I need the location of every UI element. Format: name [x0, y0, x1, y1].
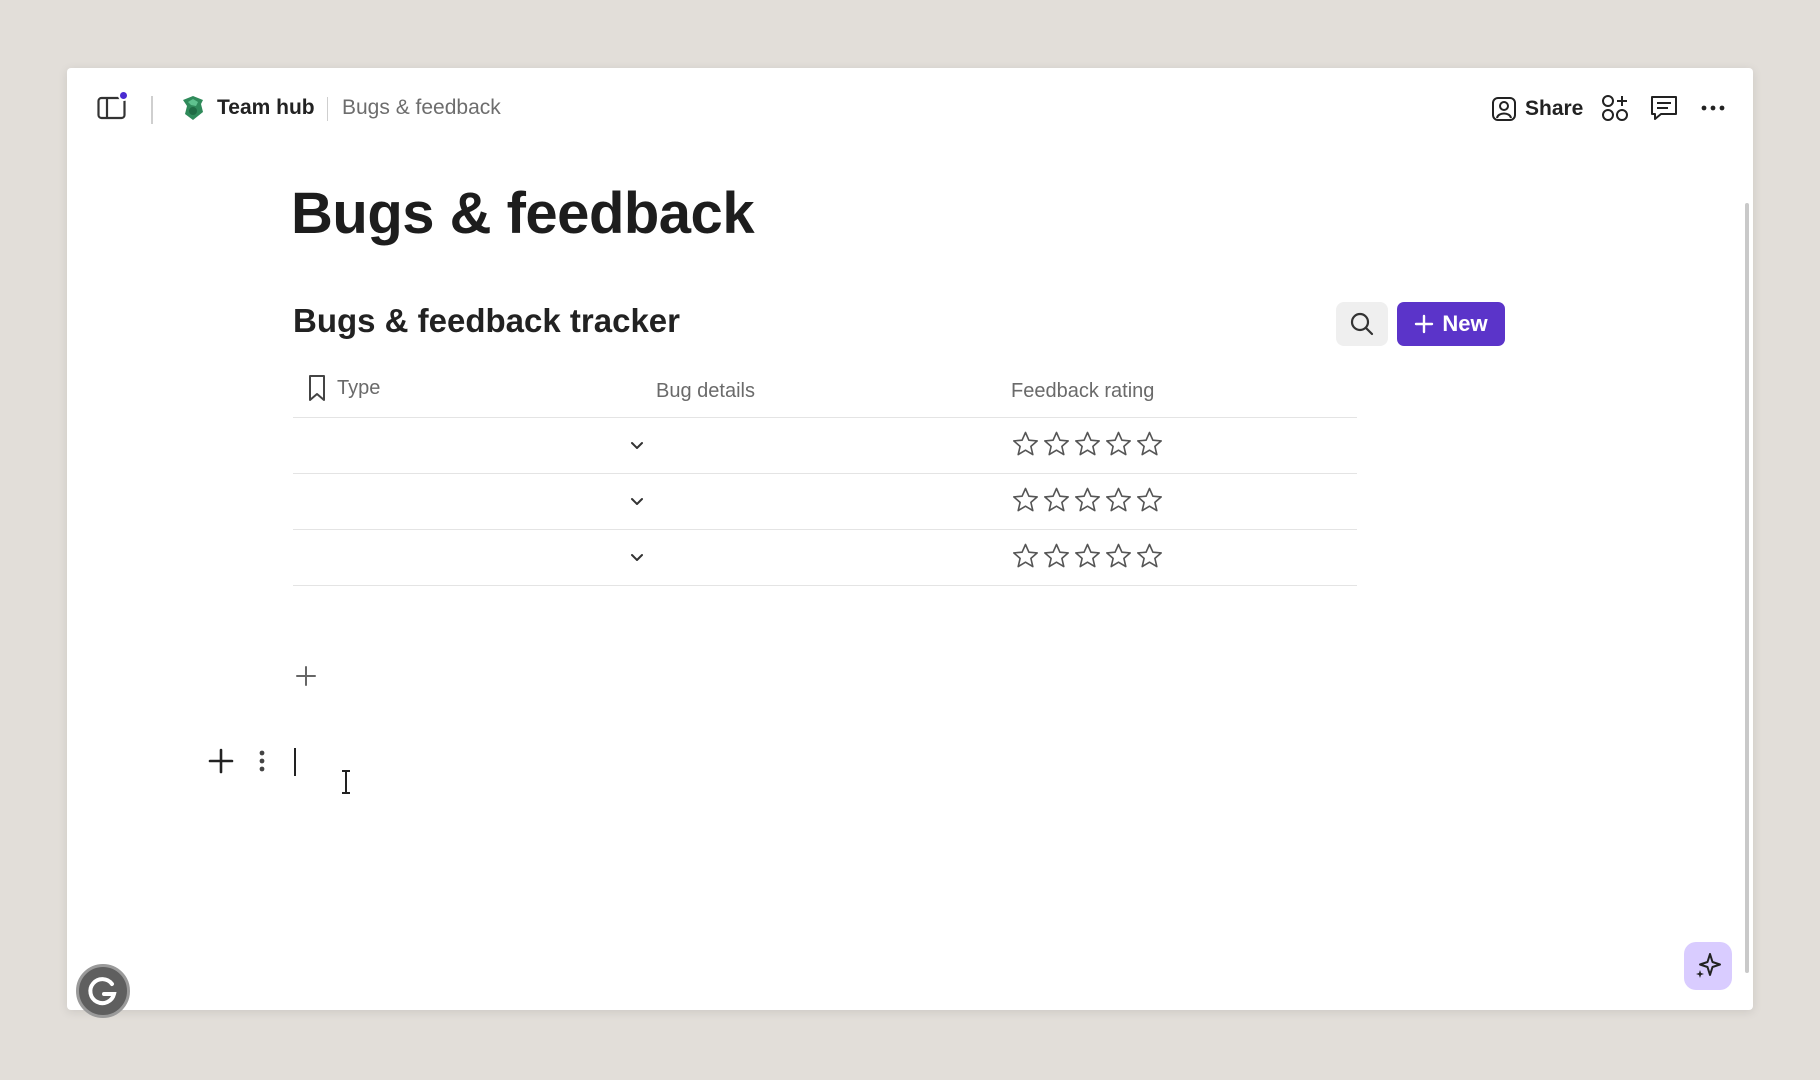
- type-cell[interactable]: [307, 546, 627, 570]
- bug-details-cell[interactable]: [656, 490, 986, 514]
- table-body: [293, 418, 1357, 586]
- ai-assistant-button[interactable]: [1684, 942, 1732, 990]
- search-button[interactable]: [1336, 302, 1388, 346]
- plus-icon: [296, 666, 316, 686]
- text-caret[interactable]: [294, 748, 296, 776]
- chevron-down-icon[interactable]: [629, 439, 645, 453]
- hub-name[interactable]: Team hub: [217, 96, 315, 120]
- hub-logo-icon[interactable]: [179, 94, 207, 122]
- star-icon[interactable]: [1042, 486, 1071, 515]
- add-row-button[interactable]: [293, 663, 319, 689]
- star-icon[interactable]: [1104, 430, 1133, 459]
- breadcrumb-page[interactable]: Bugs & feedback: [342, 96, 501, 120]
- column-header-bug-details[interactable]: Bug details: [656, 380, 755, 403]
- new-button[interactable]: New: [1397, 302, 1505, 346]
- grammarly-icon[interactable]: [76, 964, 130, 1018]
- star-icon[interactable]: [1135, 430, 1164, 459]
- bookmark-icon: [309, 375, 325, 401]
- feedback-rating[interactable]: [1011, 486, 1164, 515]
- comment-icon[interactable]: [1649, 93, 1679, 123]
- star-icon[interactable]: [1011, 486, 1040, 515]
- share-button[interactable]: Share: [1491, 92, 1583, 126]
- sidebar-toggle-icon[interactable]: [97, 90, 129, 120]
- top-bar: Team hub Bugs & feedback Share: [67, 68, 1753, 146]
- column-header-feedback-rating[interactable]: Feedback rating: [1011, 380, 1154, 403]
- bug-details-cell[interactable]: [656, 546, 986, 570]
- share-label: Share: [1525, 97, 1584, 120]
- chevron-down-icon[interactable]: [629, 495, 645, 509]
- more-icon[interactable]: [1698, 93, 1728, 123]
- star-icon[interactable]: [1073, 430, 1102, 459]
- column-label: Type: [337, 376, 381, 399]
- plus-icon: [208, 748, 234, 774]
- column-header-type[interactable]: Type: [307, 374, 380, 402]
- tracker-title[interactable]: Bugs & feedback tracker: [293, 302, 680, 340]
- star-icon[interactable]: [1135, 486, 1164, 515]
- table-row[interactable]: [293, 474, 1357, 530]
- new-label: New: [1442, 311, 1488, 336]
- add-block-button[interactable]: [208, 748, 234, 774]
- table-row[interactable]: [293, 530, 1357, 586]
- feedback-rating[interactable]: [1011, 430, 1164, 459]
- drag-handle-icon[interactable]: [257, 748, 267, 774]
- star-icon[interactable]: [1073, 486, 1102, 515]
- table-header: Type Bug details Feedback rating: [293, 362, 1357, 418]
- person-icon: [1492, 97, 1516, 121]
- star-icon[interactable]: [1011, 430, 1040, 459]
- feedback-rating[interactable]: [1011, 542, 1164, 571]
- bug-details-cell[interactable]: [656, 434, 986, 458]
- type-cell[interactable]: [307, 434, 627, 458]
- star-icon[interactable]: [1042, 542, 1071, 571]
- tracker-table: Type Bug details Feedback rating: [293, 362, 1357, 586]
- apps-icon[interactable]: [1600, 93, 1630, 123]
- star-icon[interactable]: [1011, 542, 1040, 571]
- plus-icon: [1415, 314, 1434, 334]
- breadcrumb-separator: [327, 97, 328, 121]
- star-icon[interactable]: [1042, 430, 1071, 459]
- divider: [151, 96, 153, 124]
- sparkle-icon: [1696, 953, 1721, 978]
- page-title[interactable]: Bugs & feedback: [291, 180, 755, 247]
- search-icon: [1350, 312, 1374, 336]
- star-icon[interactable]: [1104, 542, 1133, 571]
- type-cell[interactable]: [307, 490, 627, 514]
- star-icon[interactable]: [1104, 486, 1133, 515]
- ibeam-cursor-icon: [339, 768, 353, 796]
- chevron-down-icon[interactable]: [629, 551, 645, 565]
- app-window: Team hub Bugs & feedback Share Bugs & fe…: [67, 68, 1753, 1010]
- star-icon[interactable]: [1135, 542, 1164, 571]
- star-icon[interactable]: [1073, 542, 1102, 571]
- notification-dot: [118, 90, 129, 101]
- scrollbar[interactable]: [1745, 203, 1749, 973]
- table-row[interactable]: [293, 418, 1357, 474]
